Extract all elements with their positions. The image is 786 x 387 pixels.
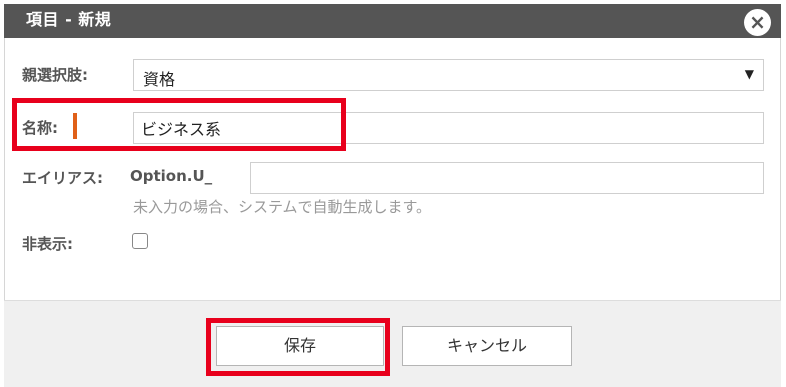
dialog-titlebar: 項目 - 新規 × xyxy=(4,4,781,38)
alias-prefix: Option.U_ xyxy=(130,167,213,185)
dialog-footer xyxy=(4,300,781,387)
cancel-button[interactable]: キャンセル xyxy=(402,326,572,366)
hidden-label: 非表示: xyxy=(22,235,73,253)
parent-option-label: 親選択肢: xyxy=(22,66,88,84)
dropdown-arrow-icon: ▼ xyxy=(744,67,754,81)
save-button-highlight xyxy=(206,318,390,376)
name-field-highlight xyxy=(12,98,346,151)
hidden-checkbox[interactable] xyxy=(132,233,148,249)
parent-option-select[interactable]: 資格 ▼ xyxy=(133,59,764,91)
alias-hint: 未入力の場合、システムで自動生成します。 xyxy=(133,198,432,216)
alias-input[interactable] xyxy=(250,162,764,194)
dialog-title: 項目 - 新規 xyxy=(26,10,112,29)
close-icon[interactable]: × xyxy=(744,9,771,36)
parent-option-value: 資格 xyxy=(143,70,176,89)
alias-label: エイリアス: xyxy=(22,169,103,187)
